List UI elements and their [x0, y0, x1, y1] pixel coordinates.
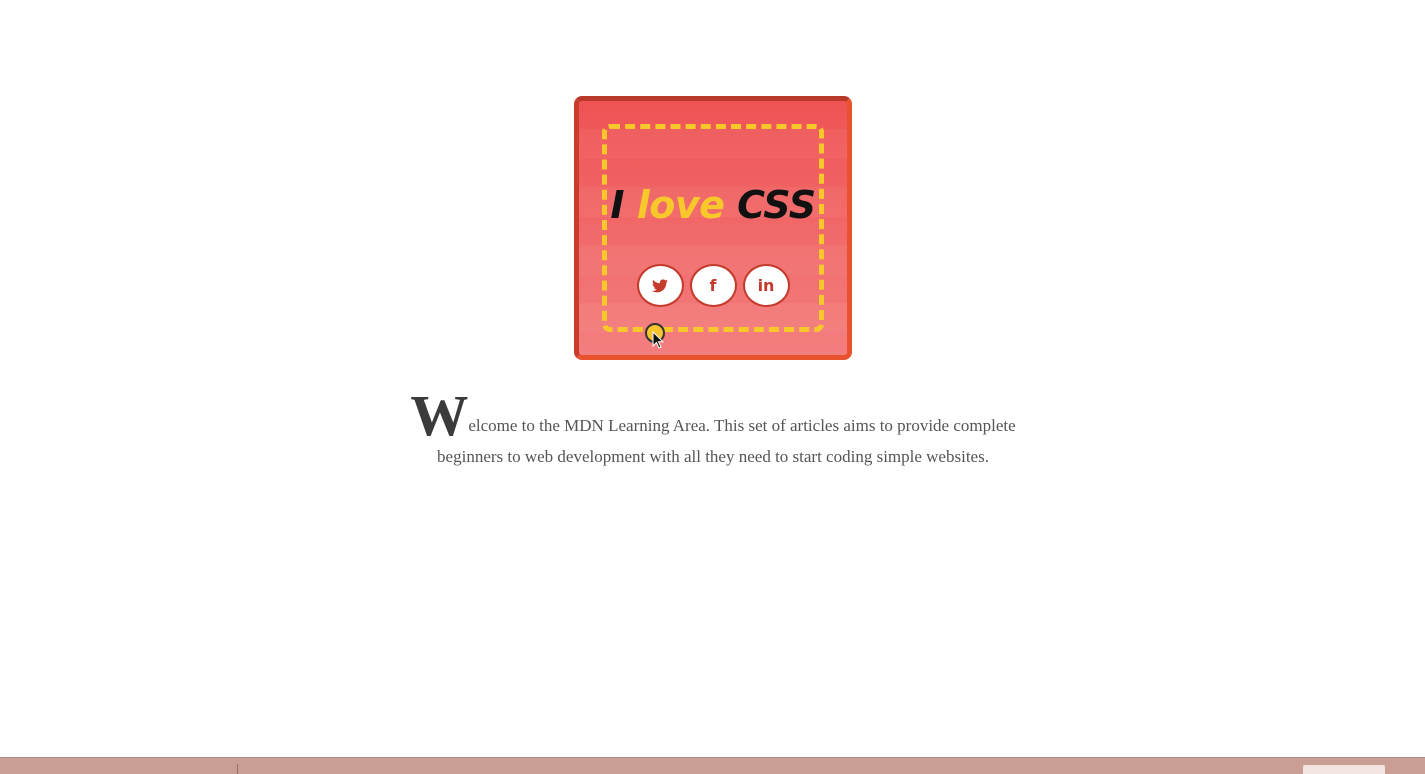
headline-word-i: I	[610, 183, 637, 227]
i-love-css-card: I love CSS f in	[574, 96, 852, 360]
twitter-button[interactable]	[636, 264, 684, 307]
facebook-icon: f	[709, 276, 717, 295]
bottom-bar	[0, 757, 1425, 774]
linkedin-button[interactable]: in	[742, 264, 790, 307]
card-headline: I love CSS	[579, 183, 847, 227]
mouse-pointer-icon	[652, 330, 665, 354]
linkedin-icon: in	[757, 276, 775, 295]
twitter-icon	[652, 278, 668, 293]
headline-word-love: love	[636, 183, 725, 227]
bottom-bar-divider	[237, 764, 238, 774]
intro-text: elcome to the MDN Learning Area. This se…	[437, 416, 1016, 466]
social-buttons: f in	[579, 264, 847, 307]
drop-cap-letter: W	[410, 383, 469, 448]
facebook-button[interactable]: f	[689, 264, 737, 307]
bottom-bar-tab[interactable]	[1303, 765, 1385, 774]
intro-paragraph: Welcome to the MDN Learning Area. This s…	[400, 387, 1026, 472]
headline-word-css: CSS	[724, 183, 816, 227]
